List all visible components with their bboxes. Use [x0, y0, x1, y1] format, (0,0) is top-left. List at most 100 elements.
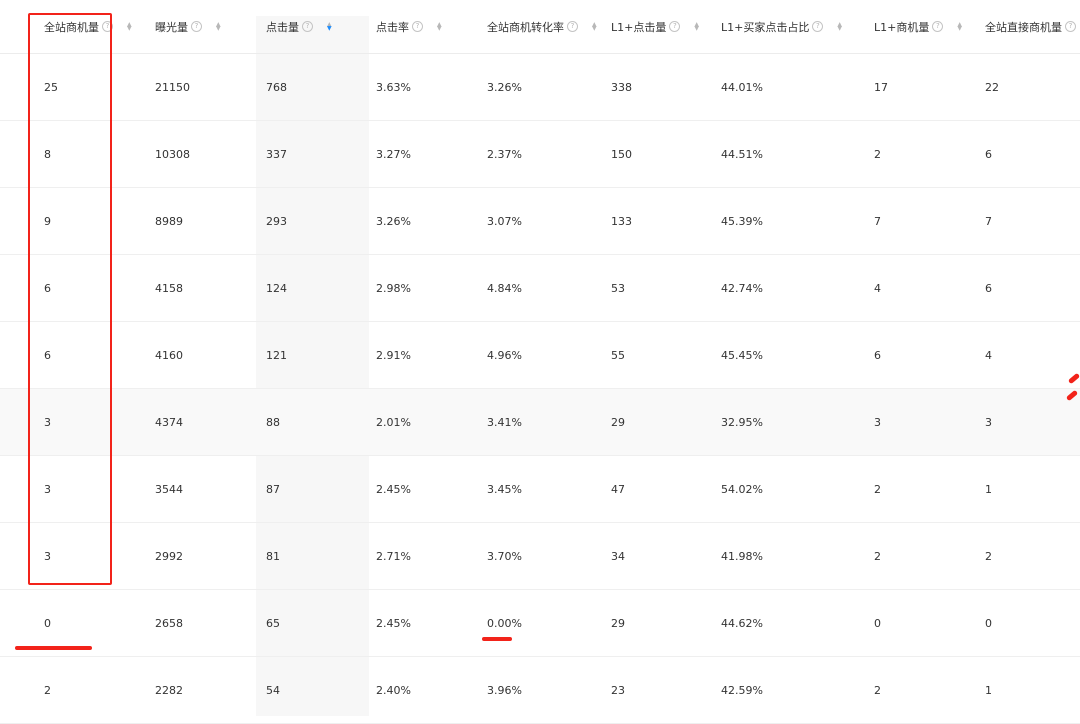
table-cell: 2	[864, 657, 975, 724]
table-cell: 55	[601, 322, 711, 389]
table-cell: 338	[601, 54, 711, 121]
table-cell: 768	[256, 54, 366, 121]
header-cell-4[interactable]: 点击率? ▲ ▼	[366, 0, 477, 54]
table-cell: 7	[864, 188, 975, 255]
table-cell: 54	[256, 657, 366, 724]
table-cell: 0	[975, 590, 1080, 657]
header-label: 全站商机转化率	[487, 20, 564, 34]
header-label: 点击率	[376, 20, 409, 34]
table-cell: 81	[256, 523, 366, 590]
table-cell: 41.98%	[711, 523, 864, 590]
table-cell: 34	[601, 523, 711, 590]
table-cell: 4	[975, 322, 1080, 389]
header-label: 曝光量	[155, 20, 188, 34]
table-cell: 2.91%	[366, 322, 477, 389]
sort-icon[interactable]: ▲ ▼	[437, 21, 442, 31]
sort-desc-icon: ▼	[837, 24, 842, 32]
table-cell: 2.98%	[366, 255, 477, 322]
table-cell: 124	[256, 255, 366, 322]
sort-icon[interactable]: ▲ ▼	[327, 21, 332, 32]
table-cell: 2	[34, 657, 145, 724]
table-cell: 3.45%	[477, 456, 601, 523]
table-cell: 32.95%	[711, 389, 864, 456]
table-cell: 17	[864, 54, 975, 121]
sort-icon[interactable]: ▲ ▼	[216, 21, 221, 32]
table-cell: 23	[601, 657, 711, 724]
sort-desc-icon: ▼	[216, 24, 221, 32]
table-cell: 150	[601, 121, 711, 188]
table-cell: 2	[864, 121, 975, 188]
table-cell: 44.51%	[711, 121, 864, 188]
table-cell: 4.96%	[477, 322, 601, 389]
table-cell: 6	[975, 255, 1080, 322]
table-cell: 47	[601, 456, 711, 523]
row-gutter	[0, 657, 34, 724]
table-cell: 44.01%	[711, 54, 864, 121]
annotation-box-first-column	[28, 13, 112, 585]
sort-desc-icon: ▼	[592, 24, 597, 32]
table-cell: 2.45%	[366, 456, 477, 523]
sort-icon[interactable]: ▲ ▼	[592, 21, 597, 32]
table-cell: 3.63%	[366, 54, 477, 121]
sort-desc-icon: ▼	[957, 24, 962, 32]
table-cell: 4374	[145, 389, 256, 456]
help-icon[interactable]: ?	[191, 21, 202, 32]
header-label: L1+点击量	[611, 20, 667, 34]
table-cell: 3	[975, 389, 1080, 456]
sort-icon[interactable]: ▲ ▼	[837, 21, 842, 32]
table-cell: 337	[256, 121, 366, 188]
table-cell: 29	[601, 389, 711, 456]
header-cell-2[interactable]: 曝光量? ▲ ▼	[145, 0, 256, 54]
table-cell: 2	[975, 523, 1080, 590]
table-cell: 45.45%	[711, 322, 864, 389]
table-cell: 0.00%	[477, 590, 601, 657]
table-cell: 21150	[145, 54, 256, 121]
table-cell: 3	[864, 389, 975, 456]
header-cell-7[interactable]: L1+买家点击占比? ▲ ▼	[711, 0, 864, 54]
table-cell: 3.26%	[477, 54, 601, 121]
table-cell: 3.41%	[477, 389, 601, 456]
table-cell: 4	[864, 255, 975, 322]
annotation-underline-conversion	[482, 637, 512, 641]
header-cell-5[interactable]: 全站商机转化率? ▲ ▼	[477, 0, 601, 54]
table-cell: 3.07%	[477, 188, 601, 255]
header-cell-8[interactable]: L1+商机量? ▲ ▼	[864, 0, 975, 54]
table-cell: 121	[256, 322, 366, 389]
table-cell: 4.84%	[477, 255, 601, 322]
header-label: 全站直接商机量	[985, 20, 1062, 34]
header-label: 点击量	[266, 20, 299, 34]
header-cell-9[interactable]: 全站直接商机量?	[975, 0, 1080, 54]
table-cell: 8989	[145, 188, 256, 255]
table-cell: 2282	[145, 657, 256, 724]
table-cell: 4160	[145, 322, 256, 389]
table-cell: 45.39%	[711, 188, 864, 255]
help-icon[interactable]: ?	[932, 21, 944, 32]
table-cell: 293	[256, 188, 366, 255]
sort-icon[interactable]: ▲ ▼	[957, 21, 962, 32]
table-cell: 44.62%	[711, 590, 864, 657]
help-icon[interactable]: ?	[1065, 21, 1076, 32]
help-icon[interactable]: ?	[412, 21, 423, 32]
help-icon[interactable]: ?	[567, 21, 578, 32]
help-icon[interactable]: ?	[812, 21, 824, 32]
table-cell: 133	[601, 188, 711, 255]
help-icon[interactable]: ?	[669, 21, 681, 32]
sort-icon[interactable]: ▲ ▼	[127, 21, 132, 31]
table-cell: 3.70%	[477, 523, 601, 590]
data-table: 全站商机量? ▲ ▼ 曝光量? ▲ ▼ 点击量? ▲ ▼ 点击率? ▲ ▼ 全站商机转化率? ▲ ▼ L1+点…	[0, 0, 1080, 724]
table-cell: 2.71%	[366, 523, 477, 590]
table-cell: 42.74%	[711, 255, 864, 322]
header-cell-3[interactable]: 点击量? ▲ ▼	[256, 0, 366, 54]
table-cell: 3.26%	[366, 188, 477, 255]
sort-desc-icon: ▼	[327, 24, 332, 32]
sort-icon[interactable]: ▲ ▼	[694, 21, 699, 31]
header-cell-6[interactable]: L1+点击量? ▲ ▼	[601, 0, 711, 54]
header-label: L1+商机量	[874, 20, 930, 34]
table-cell: 54.02%	[711, 456, 864, 523]
annotation-underline-zero	[15, 646, 92, 650]
table-cell: 88	[256, 389, 366, 456]
help-icon[interactable]: ?	[302, 21, 313, 32]
table-cell: 2.37%	[477, 121, 601, 188]
table-cell: 2992	[145, 523, 256, 590]
table-cell: 65	[256, 590, 366, 657]
